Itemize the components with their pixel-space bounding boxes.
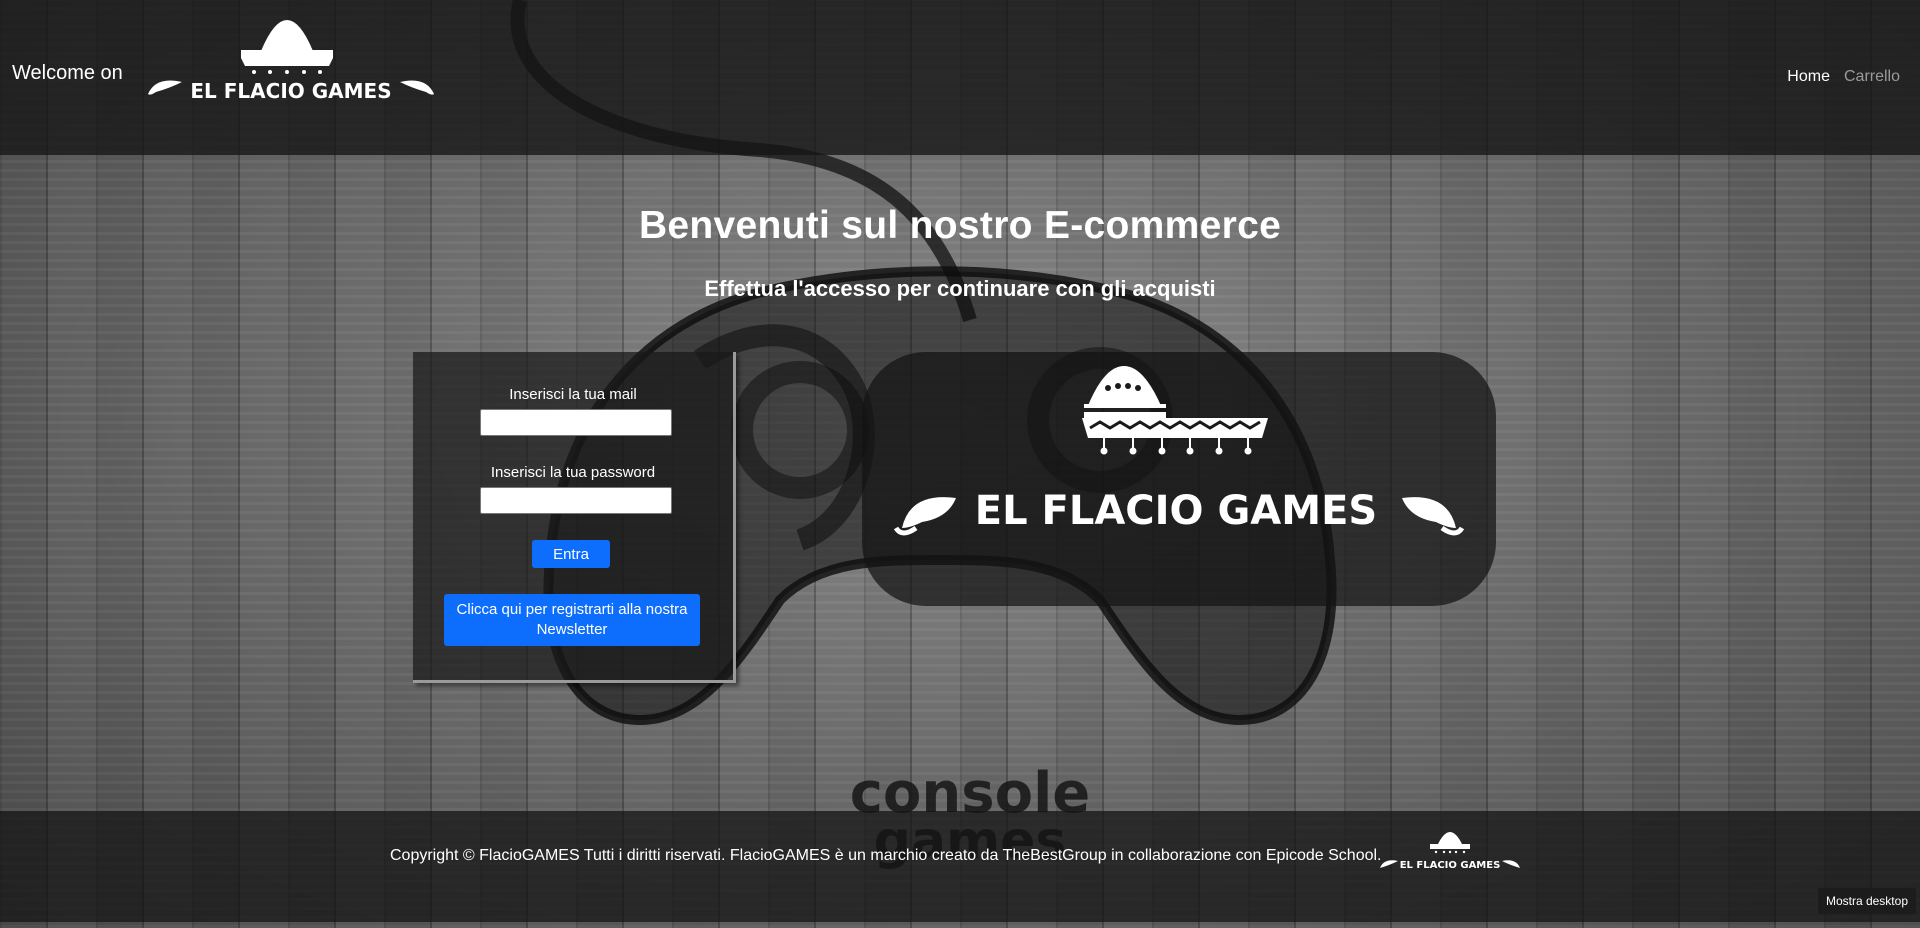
login-form: Inserisci la tua mail Inserisci la tua p… [413, 352, 736, 683]
top-nav: Home Carrello [1787, 68, 1900, 86]
page-subtitle: Effettua l'accesso per continuare con gl… [704, 276, 1216, 301]
mustache-right-icon [400, 80, 434, 95]
mustache-left-icon [148, 80, 182, 95]
mustache-left-icon [902, 497, 956, 528]
brand-logo[interactable]: EL FLACIO GAMES [146, 16, 436, 108]
sombrero-icon [1087, 366, 1162, 408]
footer-logo-text: EL FLACIO GAMES [1400, 860, 1501, 871]
copyright-text: Copyright © FlacioGAMES Tutti i diritti … [390, 847, 1382, 864]
logo-text: EL FLACIO GAMES [190, 79, 391, 103]
large-logo: EL FLACIO GAMES [893, 366, 1465, 536]
mustache-right-icon [1402, 497, 1456, 528]
mustache-right-icon [1502, 860, 1520, 868]
site-footer [0, 811, 1920, 922]
mustache-left-icon [1380, 860, 1398, 868]
large-logo-text: EL FLACIO GAMES [975, 488, 1377, 534]
site-header: Welcome on EL FLACIO GAMES Home Carrello [0, 0, 1920, 155]
password-field[interactable] [480, 487, 672, 514]
welcome-text: Welcome on [12, 62, 123, 84]
sombrero-icon [261, 20, 313, 51]
sombrero-icon [1438, 832, 1462, 844]
password-label: Inserisci la tua password [490, 464, 656, 481]
email-label: Inserisci la tua mail [509, 386, 637, 403]
nav-cart-link[interactable]: Carrello [1844, 68, 1900, 86]
footer-logo: EL FLACIO GAMES [1380, 832, 1520, 871]
nav-home-link[interactable]: Home [1787, 68, 1830, 86]
login-button[interactable]: Entra [532, 540, 610, 568]
email-field[interactable] [480, 409, 672, 436]
page-title: Benvenuti sul nostro E-commerce [638, 204, 1282, 247]
newsletter-signup-button[interactable]: Clicca qui per registrarti alla nostra N… [444, 594, 700, 646]
show-desktop-button[interactable]: Mostra desktop [1817, 888, 1916, 914]
logo-panel: EL FLACIO GAMES [862, 352, 1496, 606]
